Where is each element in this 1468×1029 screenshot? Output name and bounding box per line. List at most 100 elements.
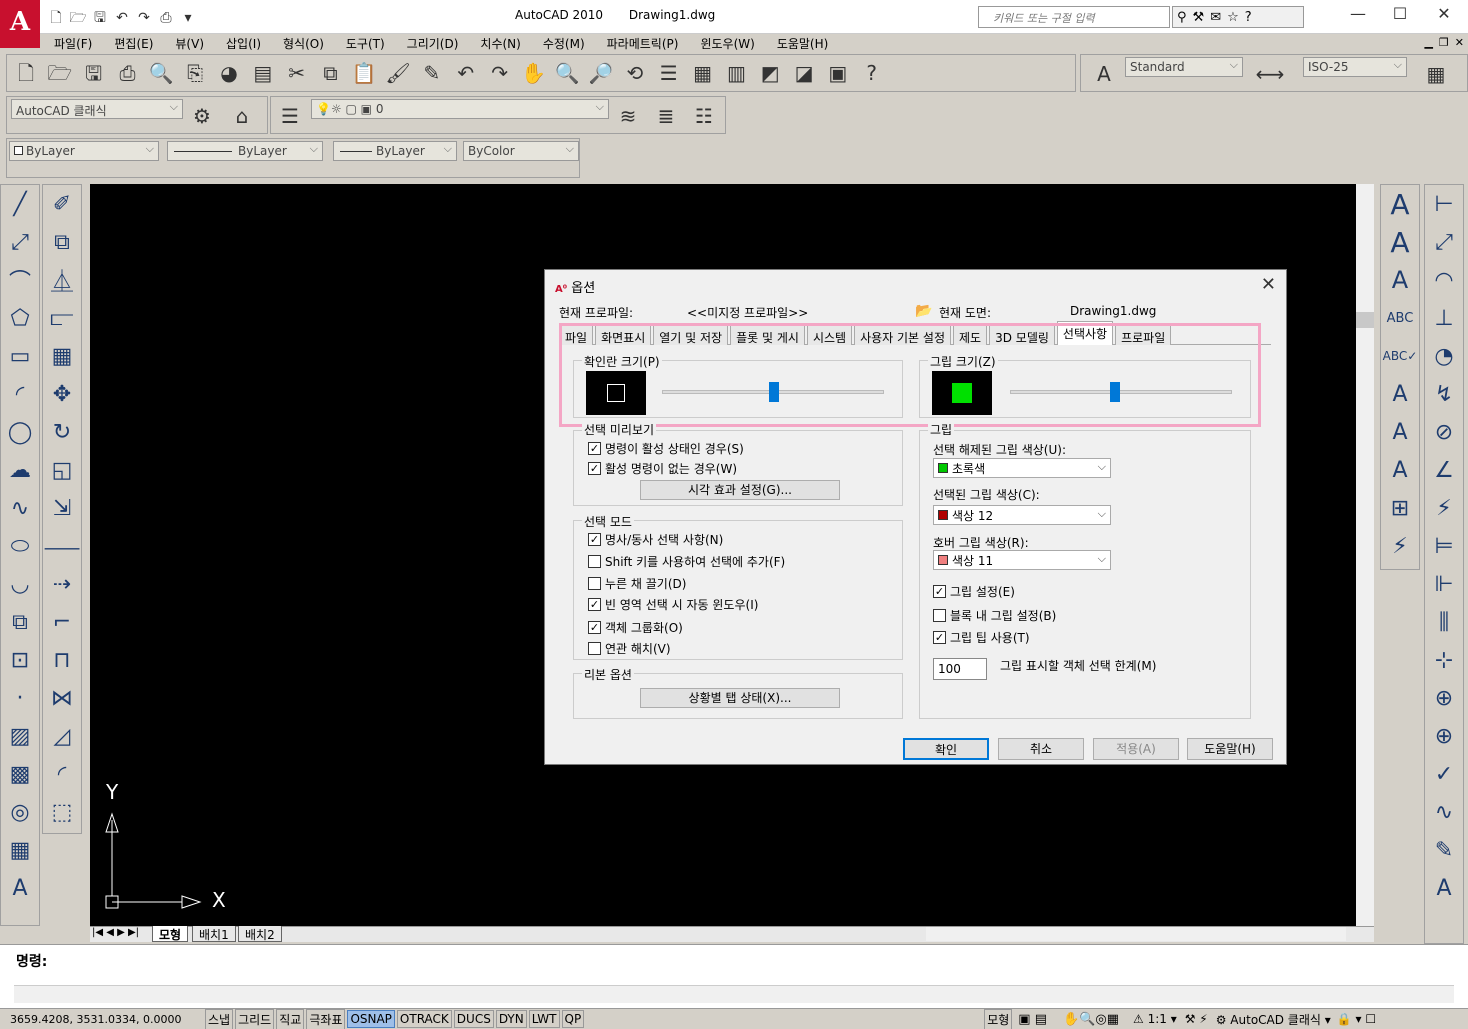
break-icon[interactable]: ⊓: [46, 641, 78, 679]
dim-style-select[interactable]: ISO-25: [1303, 57, 1407, 77]
edit-text-icon[interactable]: A: [1384, 261, 1416, 299]
zoom-previous-icon[interactable]: ⟲: [620, 58, 650, 88]
text-style-select[interactable]: Standard: [1125, 57, 1243, 77]
workspace-switch[interactable]: ⚙ AutoCAD 클래식 ▾: [1216, 1011, 1331, 1028]
center-mark-icon[interactable]: ⊕: [1428, 717, 1460, 755]
lightning-text-icon[interactable]: ⚡: [1384, 527, 1416, 565]
paste-icon[interactable]: 📋: [349, 58, 379, 88]
tolerance-icon[interactable]: ⊕: [1428, 679, 1460, 717]
tab-model[interactable]: 모형: [152, 926, 189, 942]
properties-icon[interactable]: ☰: [654, 58, 684, 88]
3d-dwf-icon[interactable]: ◕: [214, 58, 244, 88]
tab-plot-publish[interactable]: 플롯 및 게시: [730, 325, 805, 345]
explode-icon[interactable]: ⬚: [46, 793, 78, 831]
polygon-icon[interactable]: ⬠: [4, 299, 36, 337]
copy-object-icon[interactable]: ⧉: [46, 223, 78, 261]
pickbox-slider-thumb[interactable]: [769, 382, 779, 402]
zoom-realtime-icon[interactable]: 🔍: [552, 58, 582, 88]
jogged-dim-icon[interactable]: ↯: [1428, 375, 1460, 413]
match-properties-icon[interactable]: 🖌: [383, 58, 413, 88]
dim-edit-icon[interactable]: ✎: [1428, 831, 1460, 869]
tab-files[interactable]: 파일: [559, 325, 594, 345]
command-line-scrollbar[interactable]: [14, 985, 1454, 1003]
make-block-icon[interactable]: ⊡: [4, 641, 36, 679]
calculator-icon[interactable]: ▣: [823, 58, 853, 88]
menu-tools[interactable]: 도구(T): [335, 35, 396, 52]
plotstyle-select[interactable]: ByColor: [463, 141, 579, 161]
binoculars-icon[interactable]: ⚲: [1177, 10, 1187, 25]
spell-check-icon[interactable]: ABC✓: [1383, 337, 1418, 375]
annotation-scale[interactable]: ⚠ 1:1 ▾: [1133, 1012, 1177, 1026]
grip-tips-checkbox[interactable]: ✓ 그립 팁 사용(T): [933, 629, 1030, 646]
sheet-set-manager-icon[interactable]: ◩: [755, 58, 785, 88]
justify-text-icon[interactable]: A: [1384, 451, 1416, 489]
qp-toggle[interactable]: QP: [561, 1010, 585, 1028]
tab-open-save[interactable]: 열기 및 저장: [653, 325, 729, 345]
layer-select[interactable]: 💡☼ ▢ ▣ 0: [311, 99, 609, 119]
fillet-icon[interactable]: ◜: [46, 755, 78, 793]
plot-preview-icon[interactable]: 🔍: [146, 58, 176, 88]
tool-palettes-icon[interactable]: ▥: [721, 58, 751, 88]
snap-toggle[interactable]: 스냅: [205, 1008, 234, 1029]
find-text-icon[interactable]: ABC: [1384, 299, 1416, 337]
print-icon[interactable]: ⎙: [156, 8, 176, 28]
grip-slider-thumb[interactable]: [1110, 382, 1120, 402]
layer-properties-icon[interactable]: ☰: [275, 101, 305, 131]
preview-no-command-checkbox[interactable]: ✓ 활성 명령이 없는 경우(W): [588, 460, 737, 477]
preview-active-command-checkbox[interactable]: ✓ 명령이 활성 상태인 경우(S): [588, 440, 744, 457]
menu-modify[interactable]: 수정(M): [532, 35, 596, 52]
offset-icon[interactable]: ⫍: [46, 299, 78, 337]
menu-format[interactable]: 형식(O): [272, 35, 335, 52]
sheet-set-icon[interactable]: ▤: [248, 58, 278, 88]
stretch-icon[interactable]: ⇲: [46, 489, 78, 527]
tab-system[interactable]: 시스템: [806, 325, 853, 345]
qnew-icon[interactable]: 🗋: [11, 58, 41, 88]
menu-view[interactable]: 뷰(V): [164, 35, 215, 52]
grid-toggle[interactable]: 그리드: [235, 1008, 275, 1029]
dyn-toggle[interactable]: DYN: [495, 1010, 527, 1028]
ordinate-dim-icon[interactable]: ⊥: [1428, 299, 1460, 337]
design-center-icon[interactable]: ▦: [688, 58, 718, 88]
tab-selection[interactable]: 선택사항: [1056, 321, 1114, 345]
aligned-dim-icon[interactable]: ⤢: [1428, 223, 1460, 261]
menu-window[interactable]: 윈도우(W): [689, 35, 765, 52]
plot-icon[interactable]: ⎙: [112, 58, 142, 88]
markup-icon[interactable]: ◪: [789, 58, 819, 88]
dim-space-icon[interactable]: ⫼: [1428, 603, 1460, 641]
linear-dim-icon[interactable]: ⊢: [1428, 185, 1460, 223]
zoom-window-icon[interactable]: 🔎: [586, 58, 616, 88]
tab-layout2[interactable]: 배치2: [238, 926, 282, 942]
open-icon[interactable]: 🗁: [45, 58, 75, 88]
region-icon[interactable]: ◎: [4, 793, 36, 831]
arc-length-dim-icon[interactable]: ◠: [1428, 261, 1460, 299]
mirror-icon[interactable]: ⏅: [46, 261, 78, 299]
extend-icon[interactable]: ⇢: [46, 565, 78, 603]
make-layer-current-icon[interactable]: ≋: [613, 101, 643, 131]
contextual-tab-states-button[interactable]: 상황별 탭 상태(X)...: [640, 688, 840, 708]
polyline-icon[interactable]: ⌒: [4, 261, 36, 299]
table-style-icon[interactable]: ▦: [1421, 59, 1451, 89]
menu-help[interactable]: 도움말(H): [766, 35, 840, 52]
annotation-icons[interactable]: ⚒ ⚡: [1185, 1012, 1208, 1026]
diameter-dim-icon[interactable]: ⊘: [1428, 413, 1460, 451]
rotate-icon[interactable]: ↻: [46, 413, 78, 451]
new-file-icon[interactable]: 🗋: [46, 8, 66, 28]
doc-close-icon[interactable]: ✕: [1455, 36, 1464, 49]
dim-text-edit-icon[interactable]: A: [1428, 869, 1460, 907]
ortho-toggle[interactable]: 직교: [276, 1008, 305, 1029]
favorites-icon[interactable]: ☆: [1227, 10, 1239, 25]
menu-dimension[interactable]: 치수(N): [469, 35, 531, 52]
redo-icon[interactable]: ↷: [134, 8, 154, 28]
tray-icons[interactable]: 🔒 ▾ ☐: [1337, 1012, 1376, 1026]
trim-icon[interactable]: ⸺: [44, 527, 81, 565]
point-icon[interactable]: ·: [4, 679, 36, 717]
cancel-button[interactable]: 취소: [998, 738, 1084, 760]
ok-button[interactable]: 확인: [903, 738, 989, 760]
tab-nav-arrows[interactable]: |◀ ◀ ▶ ▶|: [92, 927, 139, 938]
multiline-text-icon[interactable]: A: [4, 869, 36, 907]
horizontal-scrollbar[interactable]: [926, 927, 1346, 941]
layer-states-icon[interactable]: ☷: [689, 101, 719, 131]
press-drag-checkbox[interactable]: 누른 채 끌기(D): [588, 575, 686, 592]
communication-icon[interactable]: ✉: [1210, 10, 1221, 25]
text-style-icon[interactable]: A: [1384, 375, 1416, 413]
